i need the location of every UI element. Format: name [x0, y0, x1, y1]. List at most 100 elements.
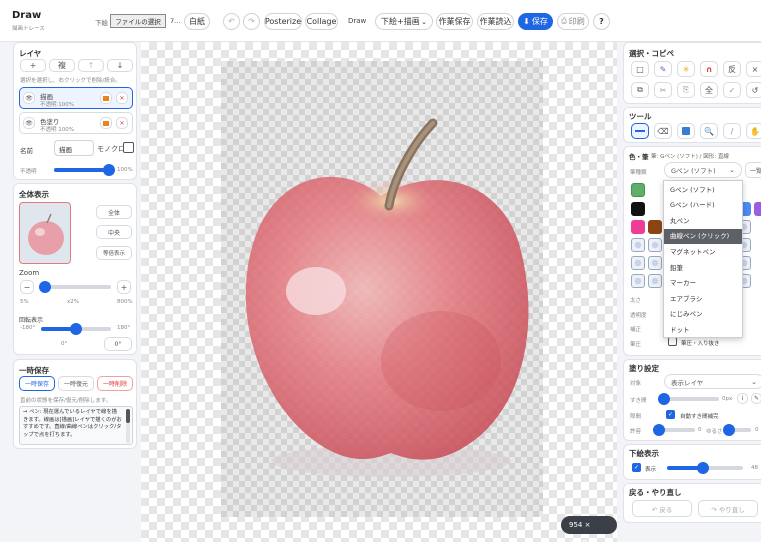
save-work-button[interactable]: 作業保存 — [436, 13, 473, 30]
hand-tool-button[interactable]: ✋ — [746, 123, 761, 139]
smooth-knob[interactable] — [723, 424, 736, 436]
lock-button[interactable] — [100, 117, 112, 129]
dropdown-option[interactable]: ドット — [664, 323, 742, 338]
undo-arrow-button[interactable]: ↶ — [223, 13, 240, 30]
paste-button[interactable]: ⎘ — [677, 82, 695, 98]
center-button[interactable]: 中央 — [96, 225, 132, 239]
undo-button[interactable]: ↶ 戻る — [632, 500, 692, 517]
lasso-button[interactable]: ✎ — [654, 61, 672, 77]
rotate-reset-button[interactable]: 0° — [104, 337, 132, 351]
dropdown-option[interactable]: マーカー — [664, 276, 742, 291]
rotate-selection-button[interactable]: ↺ — [746, 82, 761, 98]
zoom-in-button[interactable]: + — [117, 280, 131, 294]
rotate-slider[interactable] — [41, 323, 111, 335]
opacity-slider[interactable] — [54, 164, 115, 176]
posterize-button[interactable]: Posterize — [264, 13, 302, 30]
redo-button[interactable]: ↷ やり直し — [698, 500, 758, 517]
redo-arrow-button[interactable]: ↷ — [243, 13, 260, 30]
color-swatch-pink[interactable] — [631, 220, 645, 234]
pattern-swatch[interactable] — [631, 274, 645, 288]
zoom-tool-button[interactable]: 🔍 — [700, 123, 718, 139]
note-scrollbar[interactable] — [126, 409, 130, 443]
magnet-button[interactable]: ∩ — [700, 61, 718, 77]
visibility-toggle[interactable]: 👁 — [23, 117, 35, 129]
layer-name-input[interactable]: 描画 — [54, 140, 94, 156]
tolerance-knob[interactable] — [653, 424, 665, 436]
pen-type-select[interactable]: Gペン (ソフト) ⌄ — [664, 162, 742, 178]
fill-target-select[interactable]: 表示レイヤ ⌄ — [664, 374, 761, 389]
print-button[interactable]: ⎙ 印刷 — [557, 13, 589, 30]
lock-button[interactable] — [100, 92, 112, 104]
pattern-swatch[interactable] — [648, 274, 662, 288]
color-swatch-green[interactable] — [631, 183, 645, 197]
clear-button[interactable]: 白紙 — [184, 13, 210, 30]
taper-checkbox[interactable] — [668, 337, 677, 346]
select-all-button[interactable]: 全 — [700, 82, 718, 98]
delete-layer-button[interactable]: ✕ — [116, 92, 128, 104]
pen-type-dropdown[interactable]: Gペン (ソフト) Gペン (ハード) 丸ペン 曲線ペン (クリック) マグネッ… — [663, 180, 743, 338]
pen-list-button[interactable]: 一覧 — [745, 162, 761, 178]
thumbnail[interactable] — [19, 202, 71, 264]
gap-edit-button[interactable]: ✎ — [751, 393, 761, 404]
zoom-knob[interactable] — [38, 281, 51, 293]
file-select-button[interactable]: ファイルの選択 — [110, 14, 166, 28]
load-work-button[interactable]: 作業読込 — [477, 13, 514, 30]
pattern-swatch[interactable] — [648, 256, 662, 270]
actual-size-button[interactable]: 等倍表示 — [96, 246, 132, 260]
gap-knob[interactable] — [658, 393, 670, 405]
delete-layer-button[interactable]: ✕ — [116, 117, 128, 129]
zoom-slider[interactable] — [38, 281, 111, 293]
rotate-knob[interactable] — [70, 323, 82, 335]
tolerance-slider[interactable] — [653, 424, 695, 436]
bucket-tool-button[interactable] — [677, 123, 695, 139]
visibility-toggle[interactable]: 👁 — [23, 92, 35, 104]
confirm-button[interactable]: ✓ — [723, 82, 741, 98]
invert-button[interactable]: 反 — [723, 61, 741, 77]
mode-select[interactable]: 下絵+描画 ⌄ — [375, 13, 433, 30]
smooth-slider[interactable] — [723, 424, 751, 436]
fit-button[interactable]: 全体 — [96, 205, 132, 219]
mono-checkbox[interactable] — [123, 142, 134, 153]
add-layer-button[interactable]: + — [20, 59, 46, 72]
layer-up-button[interactable]: ↑ — [78, 59, 104, 72]
dropdown-option[interactable]: マグネットペン — [664, 245, 742, 260]
temp-delete-button[interactable]: 一時削除 — [97, 376, 133, 391]
zoom-out-button[interactable]: − — [20, 280, 34, 294]
opacity-knob[interactable] — [103, 164, 115, 176]
magic-wand-button[interactable]: ✳ — [677, 61, 695, 77]
temp-save-button[interactable]: 一時保存 — [19, 376, 55, 391]
rect-select-button[interactable]: □ — [631, 61, 649, 77]
dropdown-option[interactable]: Gペン (ソフト) — [664, 183, 742, 198]
dropdown-option[interactable]: にじみペン — [664, 307, 742, 322]
layer-down-button[interactable]: ↓ — [107, 59, 133, 72]
color-swatch-purple[interactable] — [754, 202, 761, 216]
dropdown-option[interactable]: エアブラシ — [664, 292, 742, 307]
temp-restore-button[interactable]: 一時復元 — [58, 376, 94, 391]
cut-button[interactable]: ✂ — [654, 82, 672, 98]
gap-slider[interactable] — [658, 393, 719, 405]
help-button[interactable]: ? — [593, 13, 610, 30]
underlay-opacity-slider[interactable] — [667, 462, 743, 474]
eyedropper-tool-button[interactable]: / — [723, 123, 741, 139]
dropdown-option[interactable]: 丸ペン — [664, 214, 742, 229]
underlay-show-checkbox[interactable]: ✓ — [632, 463, 641, 472]
layer-item-fill[interactable]: 👁 色塗り 不透明 100% ✕ — [19, 112, 133, 134]
gap-info-button[interactable]: i — [737, 393, 748, 404]
underlay-opacity-knob[interactable] — [697, 462, 710, 474]
collage-button[interactable]: Collage — [305, 13, 338, 30]
copy-button[interactable]: ⧉ — [631, 82, 649, 98]
pattern-swatch[interactable] — [631, 238, 645, 252]
save-button[interactable]: ⬇ 保存 — [518, 13, 553, 30]
layer-item-draw[interactable]: 👁 描画 不透明 100% ✕ — [19, 87, 133, 109]
dropdown-option[interactable]: Gペン (ハード) — [664, 198, 742, 213]
eraser-tool-button[interactable]: ⌫ — [654, 123, 672, 139]
expand-checkbox[interactable]: ✓ — [666, 410, 675, 419]
deselect-button[interactable]: × — [746, 61, 761, 77]
color-swatch-black[interactable] — [631, 202, 645, 216]
note-scrollbar-thumb[interactable] — [126, 409, 130, 423]
canvas-area[interactable]: 954 × 1350 — [141, 42, 617, 542]
pen-tool-button[interactable] — [631, 123, 649, 139]
copy-layer-button[interactable]: 複 — [49, 59, 75, 72]
pattern-swatch[interactable] — [648, 238, 662, 252]
dropdown-option[interactable]: 鉛筆 — [664, 261, 742, 276]
